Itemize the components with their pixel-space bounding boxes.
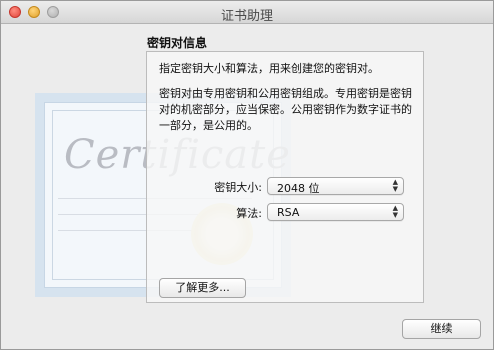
key-pair-info-panel: 指定密钥大小和算法，用来创建您的密钥对。 密钥对由专用密钥和公用密钥组成。专用密…: [146, 51, 424, 303]
continue-button[interactable]: 继续: [402, 319, 481, 339]
key-size-value: 2048 位: [277, 182, 320, 195]
certificate-assistant-window: 证书助理 Certificate 密钥对信息 指定密钥大小和算法，用来创建您的密…: [0, 0, 494, 350]
popup-arrows-icon: ▲ ▼: [392, 204, 398, 219]
algorithm-popup[interactable]: RSA ▲ ▼: [267, 203, 404, 221]
learn-more-button[interactable]: 了解更多...: [159, 278, 246, 298]
algorithm-value: RSA: [277, 206, 300, 219]
popup-arrows-icon: ▲ ▼: [392, 178, 398, 193]
key-size-popup[interactable]: 2048 位 ▲ ▼: [267, 177, 404, 195]
section-heading: 密钥对信息: [147, 36, 208, 50]
title-bar[interactable]: 证书助理: [1, 1, 493, 24]
description-text: 密钥对由专用密钥和公用密钥组成。专用密钥是密钥对的机密部分，应当保密。公用密钥作…: [159, 87, 412, 132]
algorithm-label: 算法:: [236, 207, 262, 220]
window-title: 证书助理: [220, 9, 273, 24]
key-size-label: 密钥大小:: [214, 181, 262, 194]
intro-text: 指定密钥大小和算法，用来创建您的密钥对。: [159, 62, 379, 75]
